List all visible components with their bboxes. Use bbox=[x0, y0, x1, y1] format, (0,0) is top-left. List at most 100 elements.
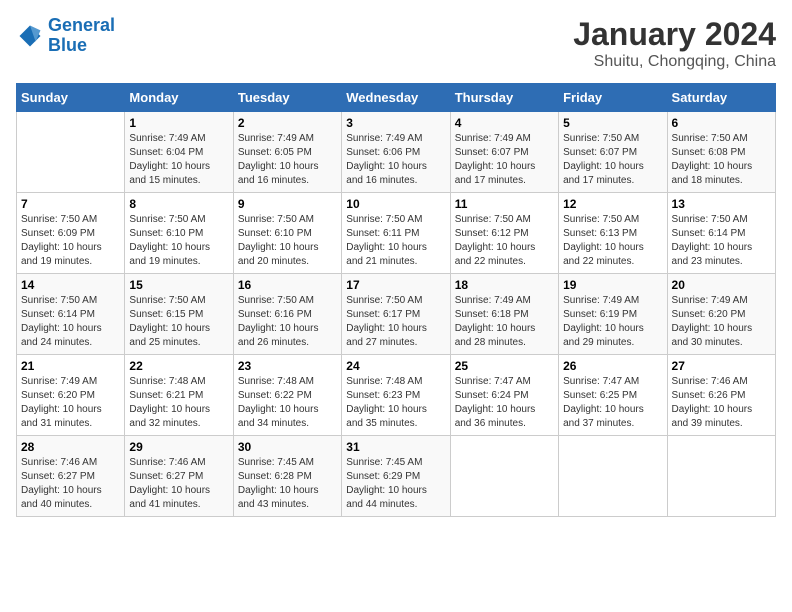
day-info: Sunrise: 7:45 AMSunset: 6:29 PMDaylight:… bbox=[346, 456, 445, 512]
day-info: Sunrise: 7:49 AMSunset: 6:04 PMDaylight:… bbox=[129, 132, 228, 188]
day-info: Sunrise: 7:49 AMSunset: 6:19 PMDaylight:… bbox=[563, 294, 662, 350]
day-number: 11 bbox=[455, 197, 554, 211]
calendar-day-cell bbox=[559, 436, 667, 517]
calendar-day-cell: 25Sunrise: 7:47 AMSunset: 6:24 PMDayligh… bbox=[450, 355, 558, 436]
calendar-day-cell: 31 Sunrise: 7:45 AMSunset: 6:29 PMDayligh… bbox=[342, 436, 450, 517]
calendar-week-row: 7 Sunrise: 7:50 AMSunset: 6:09 PMDaylight… bbox=[17, 193, 776, 274]
calendar-day-cell: 17 Sunrise: 7:50 AMSunset: 6:17 PMDayligh… bbox=[342, 274, 450, 355]
day-number: 25 bbox=[455, 359, 554, 373]
weekday-header-friday: Friday bbox=[559, 84, 667, 112]
calendar-week-row: 1Sunrise: 7:49 AMSunset: 6:04 PMDaylight… bbox=[17, 112, 776, 193]
day-number: 20 bbox=[672, 278, 771, 292]
weekday-header-wednesday: Wednesday bbox=[342, 84, 450, 112]
weekday-header-sunday: Sunday bbox=[17, 84, 125, 112]
day-info: Sunrise: 7:50 AMSunset: 6:13 PMDaylight:… bbox=[563, 213, 662, 269]
calendar-day-cell: 11 Sunrise: 7:50 AMSunset: 6:12 PMDayligh… bbox=[450, 193, 558, 274]
day-info: Sunrise: 7:46 AMSunset: 6:27 PMDaylight:… bbox=[21, 456, 120, 512]
day-number: 4 bbox=[455, 116, 554, 130]
day-number: 28 bbox=[21, 440, 120, 454]
calendar-day-cell: 16 Sunrise: 7:50 AMSunset: 6:16 PMDayligh… bbox=[233, 274, 341, 355]
day-number: 8 bbox=[129, 197, 228, 211]
calendar-day-cell bbox=[450, 436, 558, 517]
calendar-day-cell: 5 Sunrise: 7:50 AMSunset: 6:07 PMDaylight… bbox=[559, 112, 667, 193]
day-info: Sunrise: 7:50 AMSunset: 6:17 PMDaylight:… bbox=[346, 294, 445, 350]
calendar-table: SundayMondayTuesdayWednesdayThursdayFrid… bbox=[16, 83, 776, 517]
weekday-header-thursday: Thursday bbox=[450, 84, 558, 112]
day-number: 3 bbox=[346, 116, 445, 130]
day-number: 6 bbox=[672, 116, 771, 130]
calendar-day-cell: 14 Sunrise: 7:50 AMSunset: 6:14 PMDayligh… bbox=[17, 274, 125, 355]
calendar-day-cell: 21 Sunrise: 7:49 AMSunset: 6:20 PMDayligh… bbox=[17, 355, 125, 436]
calendar-day-cell: 9Sunrise: 7:50 AMSunset: 6:10 PMDaylight… bbox=[233, 193, 341, 274]
day-info: Sunrise: 7:48 AMSunset: 6:22 PMDaylight:… bbox=[238, 375, 337, 431]
page-title: January 2024 bbox=[573, 16, 776, 53]
day-number: 15 bbox=[129, 278, 228, 292]
logo-line1: General bbox=[48, 15, 115, 35]
day-number: 5 bbox=[563, 116, 662, 130]
day-number: 30 bbox=[238, 440, 337, 454]
logo-icon bbox=[16, 22, 44, 50]
calendar-day-cell: 10 Sunrise: 7:50 AMSunset: 6:11 PMDayligh… bbox=[342, 193, 450, 274]
calendar-day-cell: 26Sunrise: 7:47 AMSunset: 6:25 PMDayligh… bbox=[559, 355, 667, 436]
weekday-header-row: SundayMondayTuesdayWednesdayThursdayFrid… bbox=[17, 84, 776, 112]
calendar-week-row: 28 Sunrise: 7:46 AMSunset: 6:27 PMDayligh… bbox=[17, 436, 776, 517]
day-info: Sunrise: 7:50 AMSunset: 6:14 PMDaylight:… bbox=[21, 294, 120, 350]
day-info: Sunrise: 7:49 AMSunset: 6:07 PMDaylight:… bbox=[455, 132, 554, 188]
day-info: Sunrise: 7:46 AMSunset: 6:26 PMDaylight:… bbox=[672, 375, 771, 431]
day-info: Sunrise: 7:49 AMSunset: 6:20 PMDaylight:… bbox=[672, 294, 771, 350]
day-number: 22 bbox=[129, 359, 228, 373]
calendar-day-cell: 8 Sunrise: 7:50 AMSunset: 6:10 PMDaylight… bbox=[125, 193, 233, 274]
day-number: 12 bbox=[563, 197, 662, 211]
day-number: 26 bbox=[563, 359, 662, 373]
calendar-day-cell: 18 Sunrise: 7:49 AMSunset: 6:18 PMDayligh… bbox=[450, 274, 558, 355]
day-info: Sunrise: 7:50 AMSunset: 6:10 PMDaylight:… bbox=[129, 213, 228, 269]
day-info: Sunrise: 7:50 AMSunset: 6:12 PMDaylight:… bbox=[455, 213, 554, 269]
calendar-day-cell: 29 Sunrise: 7:46 AMSunset: 6:27 PMDayligh… bbox=[125, 436, 233, 517]
day-info: Sunrise: 7:50 AMSunset: 6:09 PMDaylight:… bbox=[21, 213, 120, 269]
calendar-day-cell: 1Sunrise: 7:49 AMSunset: 6:04 PMDaylight… bbox=[125, 112, 233, 193]
calendar-day-cell: 28 Sunrise: 7:46 AMSunset: 6:27 PMDayligh… bbox=[17, 436, 125, 517]
day-number: 10 bbox=[346, 197, 445, 211]
day-info: Sunrise: 7:50 AMSunset: 6:15 PMDaylight:… bbox=[129, 294, 228, 350]
day-number: 16 bbox=[238, 278, 337, 292]
day-number: 29 bbox=[129, 440, 228, 454]
day-info: Sunrise: 7:50 AMSunset: 6:11 PMDaylight:… bbox=[346, 213, 445, 269]
day-info: Sunrise: 7:50 AMSunset: 6:07 PMDaylight:… bbox=[563, 132, 662, 188]
day-number: 18 bbox=[455, 278, 554, 292]
day-number: 27 bbox=[672, 359, 771, 373]
day-number: 24 bbox=[346, 359, 445, 373]
calendar-day-cell bbox=[17, 112, 125, 193]
calendar-week-row: 21 Sunrise: 7:49 AMSunset: 6:20 PMDayligh… bbox=[17, 355, 776, 436]
day-number: 14 bbox=[21, 278, 120, 292]
logo: General Blue bbox=[16, 16, 115, 56]
day-number: 9 bbox=[238, 197, 337, 211]
day-number: 31 bbox=[346, 440, 445, 454]
calendar-day-cell: 24Sunrise: 7:48 AMSunset: 6:23 PMDayligh… bbox=[342, 355, 450, 436]
calendar-day-cell: 2Sunrise: 7:49 AMSunset: 6:05 PMDaylight… bbox=[233, 112, 341, 193]
calendar-day-cell: 15 Sunrise: 7:50 AMSunset: 6:15 PMDayligh… bbox=[125, 274, 233, 355]
calendar-day-cell: 6 Sunrise: 7:50 AMSunset: 6:08 PMDaylight… bbox=[667, 112, 775, 193]
calendar-day-cell: 23Sunrise: 7:48 AMSunset: 6:22 PMDayligh… bbox=[233, 355, 341, 436]
day-info: Sunrise: 7:50 AMSunset: 6:16 PMDaylight:… bbox=[238, 294, 337, 350]
day-info: Sunrise: 7:45 AMSunset: 6:28 PMDaylight:… bbox=[238, 456, 337, 512]
calendar-day-cell: 12 Sunrise: 7:50 AMSunset: 6:13 PMDayligh… bbox=[559, 193, 667, 274]
day-info: Sunrise: 7:49 AMSunset: 6:18 PMDaylight:… bbox=[455, 294, 554, 350]
day-info: Sunrise: 7:46 AMSunset: 6:27 PMDaylight:… bbox=[129, 456, 228, 512]
day-number: 17 bbox=[346, 278, 445, 292]
day-info: Sunrise: 7:49 AMSunset: 6:05 PMDaylight:… bbox=[238, 132, 337, 188]
calendar-day-cell: 19 Sunrise: 7:49 AMSunset: 6:19 PMDayligh… bbox=[559, 274, 667, 355]
day-info: Sunrise: 7:48 AMSunset: 6:21 PMDaylight:… bbox=[129, 375, 228, 431]
day-info: Sunrise: 7:50 AMSunset: 6:14 PMDaylight:… bbox=[672, 213, 771, 269]
day-number: 13 bbox=[672, 197, 771, 211]
day-info: Sunrise: 7:49 AMSunset: 6:20 PMDaylight:… bbox=[21, 375, 120, 431]
day-number: 21 bbox=[21, 359, 120, 373]
calendar-day-cell: 27 Sunrise: 7:46 AMSunset: 6:26 PMDayligh… bbox=[667, 355, 775, 436]
calendar-day-cell: 3Sunrise: 7:49 AMSunset: 6:06 PMDaylight… bbox=[342, 112, 450, 193]
logo-line2: Blue bbox=[48, 35, 87, 55]
weekday-header-tuesday: Tuesday bbox=[233, 84, 341, 112]
title-area: January 2024 Shuitu, Chongqing, China bbox=[573, 16, 776, 71]
day-number: 7 bbox=[21, 197, 120, 211]
day-number: 19 bbox=[563, 278, 662, 292]
calendar-day-cell: 7 Sunrise: 7:50 AMSunset: 6:09 PMDaylight… bbox=[17, 193, 125, 274]
day-info: Sunrise: 7:50 AMSunset: 6:08 PMDaylight:… bbox=[672, 132, 771, 188]
